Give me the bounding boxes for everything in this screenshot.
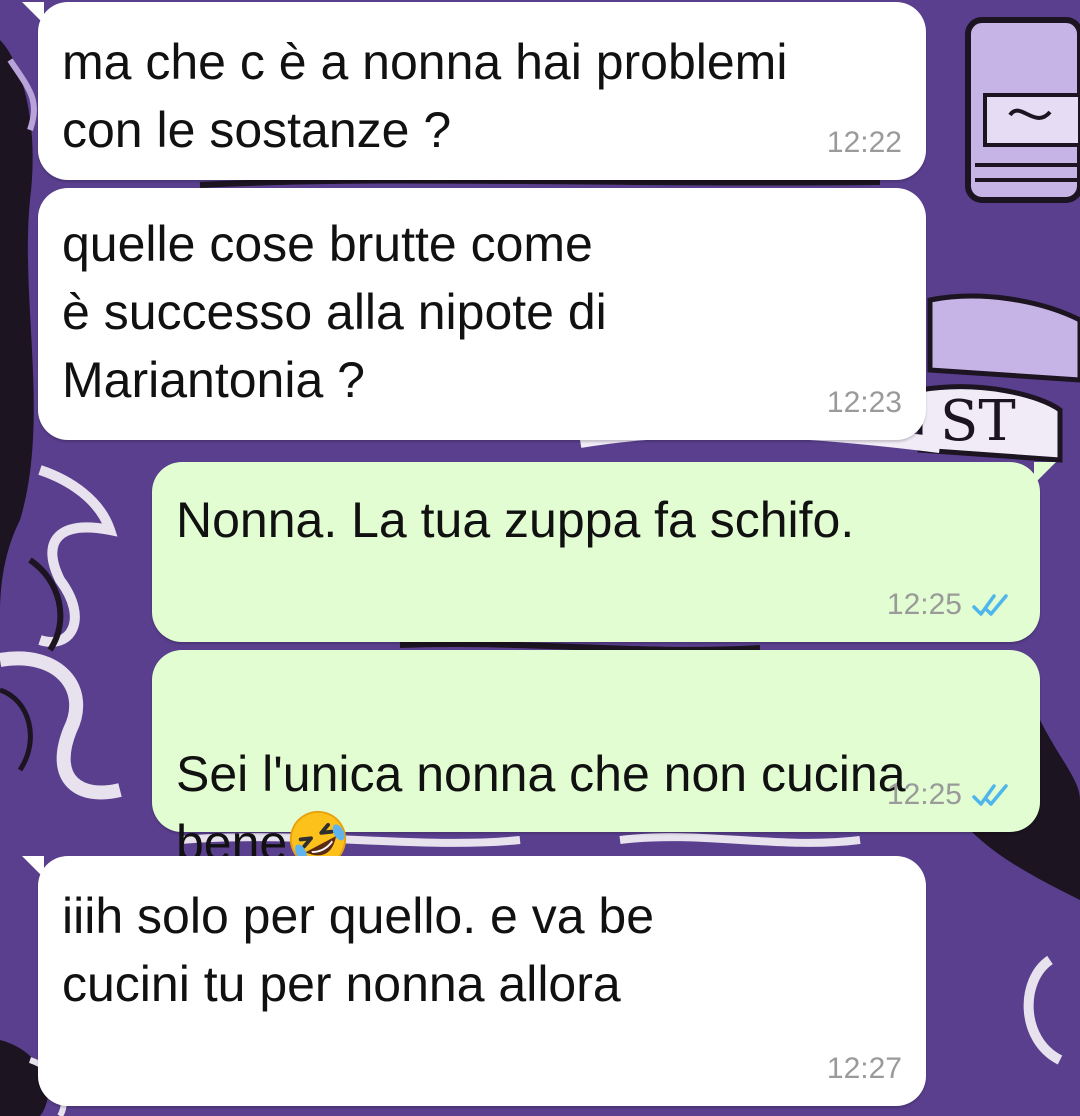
message-timestamp: 12:23 [826, 386, 902, 419]
message-meta: 12:25 [887, 778, 1016, 812]
outgoing-message-bubble[interactable]: Sei l'unica nonna che non cucina bene 12… [152, 650, 1040, 871]
message-meta: 12:23 [827, 386, 902, 420]
message-meta: 12:25 [887, 588, 1016, 622]
incoming-message-bubble[interactable]: quelle cose brutte come è successo alla … [38, 188, 926, 440]
message-meta: 12:27 [827, 1052, 902, 1086]
message-timestamp: 12:25 [886, 588, 962, 621]
read-receipt-double-check-icon [972, 784, 1008, 806]
read-receipt-double-check-icon [972, 594, 1008, 616]
incoming-message-bubble[interactable]: ma che c è a nonna hai problemi con le s… [22, 2, 926, 180]
bubble-tail [22, 2, 44, 24]
bubble-tail [22, 856, 44, 878]
outgoing-message-bubble[interactable]: Nonna. La tua zuppa fa schifo. 12:25 [152, 462, 1056, 642]
incoming-message-bubble[interactable]: iiih solo per quello. e va be cucini tu … [22, 856, 926, 1106]
message-text: Nonna. La tua zuppa fa schifo. [176, 492, 855, 548]
message-text: quelle cose brutte come è successo alla … [62, 216, 607, 408]
message-text: iiih solo per quello. e va be cucini tu … [62, 888, 655, 1012]
message-meta: 12:22 [827, 126, 902, 160]
message-text: Sei l'unica nonna che non cucina bene [176, 672, 906, 877]
message-timestamp: 12:27 [826, 1052, 902, 1085]
bubble-tail [1034, 462, 1056, 484]
message-text: ma che c è a nonna hai problemi con le s… [62, 34, 788, 158]
message-text-content: Sei l'unica nonna che non cucina bene [176, 746, 906, 871]
svg-text:ST: ST [940, 389, 1016, 454]
message-timestamp: 12:25 [886, 778, 962, 811]
message-timestamp: 12:22 [826, 126, 902, 159]
